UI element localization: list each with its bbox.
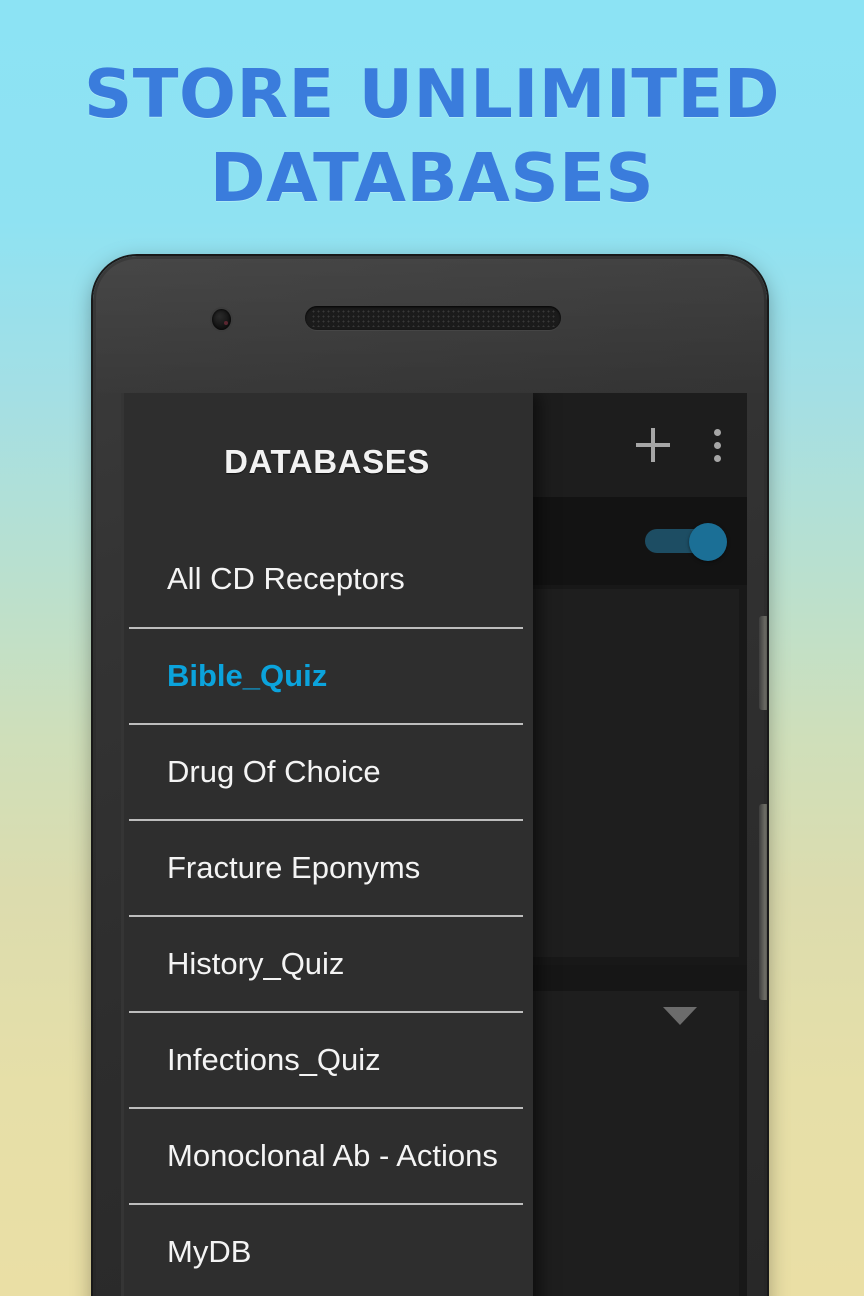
headline-line-2: DATABASES	[209, 139, 655, 217]
navigation-drawer: DATABASES All CD Receptors Bible_Quiz Dr…	[121, 393, 533, 1296]
answer-visibility-toggle[interactable]	[645, 523, 727, 561]
kebab-dot	[714, 454, 721, 462]
database-list: All CD Receptors Bible_Quiz Drug Of Choi…	[121, 531, 533, 1296]
list-item-fracture-eponyms[interactable]: Fracture Eponyms	[129, 819, 523, 915]
headline-line-1: STORE UNLIMITED	[84, 55, 780, 133]
speaker-mesh	[311, 309, 555, 327]
list-item-all-cd-receptors[interactable]: All CD Receptors	[129, 531, 523, 627]
drawer-title: DATABASES	[224, 443, 430, 480]
kebab-menu-icon[interactable]	[714, 428, 721, 462]
phone-bezel: things did minion? er the fowl attle. an…	[96, 259, 764, 1296]
toggle-thumb	[689, 523, 727, 561]
kebab-dot	[714, 428, 721, 436]
list-item-history-quiz[interactable]: History_Quiz	[129, 915, 523, 1011]
power-button[interactable]	[759, 616, 767, 710]
phone-device-frame: things did minion? er the fowl attle. an…	[93, 256, 767, 1296]
promo-headline: STORE UNLIMITED DATABASES	[0, 52, 864, 220]
list-item-drug-of-choice[interactable]: Drug Of Choice	[129, 723, 523, 819]
volume-rocker[interactable]	[759, 804, 767, 1000]
caret-down-icon[interactable]	[663, 1007, 697, 1025]
list-item-bible-quiz[interactable]: Bible_Quiz	[129, 627, 523, 723]
screen-left-edge	[121, 393, 124, 1296]
front-camera-icon	[212, 309, 231, 330]
plus-icon[interactable]	[636, 428, 670, 462]
earpiece-speaker-icon	[305, 306, 561, 330]
list-item-monoclonal-ab-actions[interactable]: Monoclonal Ab - Actions	[129, 1107, 523, 1203]
list-item-mydb[interactable]: MyDB	[129, 1203, 523, 1296]
phone-screen: things did minion? er the fowl attle. an…	[121, 393, 747, 1296]
kebab-dot	[714, 441, 721, 449]
list-item-infections-quiz[interactable]: Infections_Quiz	[129, 1011, 523, 1107]
